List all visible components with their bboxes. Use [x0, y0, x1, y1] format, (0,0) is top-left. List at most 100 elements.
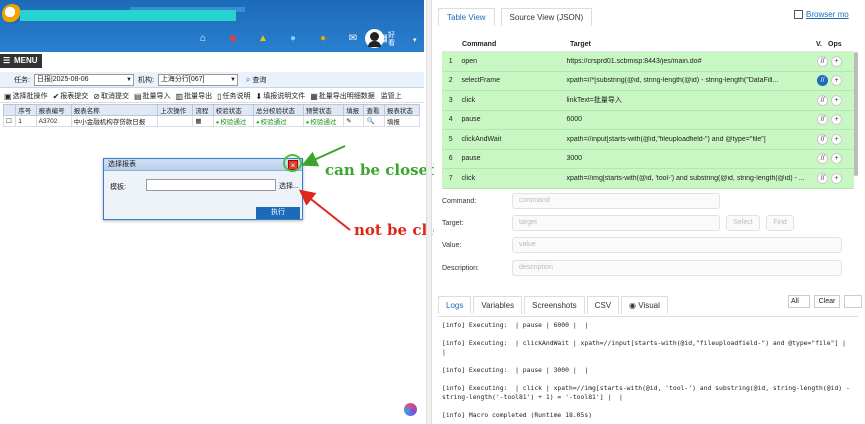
- mail-icon[interactable]: ✉: [348, 34, 358, 44]
- tab-variables[interactable]: Variables: [473, 296, 523, 314]
- log-filter-select[interactable]: All: [788, 295, 810, 308]
- floating-assistant-icon[interactable]: [404, 403, 417, 416]
- comment-icon[interactable]: //: [817, 133, 829, 145]
- grid-column-header[interactable]: 流程: [192, 104, 214, 116]
- apps-icon[interactable]: ▲: [258, 34, 268, 44]
- toolbar-item[interactable]: ⬇ 填报说明文件: [256, 91, 306, 101]
- comment-icon[interactable]: //: [817, 94, 829, 106]
- add-icon[interactable]: +: [831, 55, 843, 67]
- grid-cell: A3702: [35, 115, 72, 127]
- chevron-down-icon: ▼: [229, 76, 236, 83]
- select-report-dialog: 选择报表 × 模板: 选择... 执行: [103, 158, 303, 220]
- select-template-link[interactable]: 选择...: [279, 181, 299, 191]
- value-input[interactable]: value: [512, 237, 842, 253]
- org-select-value: 上海分行[067]: [160, 75, 205, 83]
- grid-column-header[interactable]: [2, 104, 17, 116]
- command-input[interactable]: command: [512, 193, 720, 209]
- table-row[interactable]: 5 clickAndWait xpath=//input[starts-with(@…: [442, 130, 854, 150]
- execute-button[interactable]: 执行: [256, 207, 300, 219]
- coin-icon[interactable]: ●: [318, 34, 328, 44]
- tab-csv[interactable]: CSV: [586, 296, 620, 314]
- view-tabs: Table View Source View (JSON): [438, 8, 593, 26]
- tab-logs[interactable]: Logs: [438, 296, 472, 314]
- bookmark-icon[interactable]: ◆: [228, 34, 238, 44]
- task-select[interactable]: 日报|2025-08-06 ▼: [33, 73, 134, 86]
- command-target: xpath=//input[starts-with(@id,"fileuploa…: [566, 135, 766, 143]
- table-row[interactable]: 4 pause 6000 //+: [442, 110, 854, 130]
- grid-column-header[interactable]: 报表编号: [35, 104, 72, 116]
- comment-icon[interactable]: //: [817, 75, 829, 87]
- user-avatar[interactable]: [365, 29, 384, 48]
- menu-button[interactable]: MENU: [0, 54, 42, 68]
- toolbar-item[interactable]: 监管上: [380, 91, 402, 101]
- table-row[interactable]: 2 selectFrame xpath=//*[substring(@id, str…: [442, 71, 854, 91]
- comment-icon[interactable]: //: [817, 114, 829, 126]
- tab-table-view[interactable]: Table View: [438, 8, 495, 26]
- grid-cell: 校验通过: [212, 115, 255, 127]
- tab-source-view[interactable]: Source View (JSON): [500, 8, 593, 26]
- table-row[interactable]: 1 open https://crsprd01.scbmisp:8443/jes/m…: [442, 52, 854, 72]
- table-row[interactable]: 7 click xpath=//img[starts-with(@id, 'tool…: [442, 169, 854, 189]
- table-row[interactable]: 6 pause 3000 //+: [442, 149, 854, 169]
- dialog-header: 选择报表 ×: [104, 159, 302, 171]
- grid-cell[interactable]: ✎: [343, 115, 365, 127]
- add-icon[interactable]: +: [831, 94, 843, 106]
- template-input[interactable]: [146, 179, 276, 191]
- row-ops: //+: [817, 172, 854, 184]
- grid-column-header[interactable]: 校验状态: [212, 104, 255, 116]
- comment-icon[interactable]: //: [817, 153, 829, 165]
- find-button[interactable]: Find: [766, 215, 794, 231]
- add-icon[interactable]: +: [831, 133, 843, 145]
- grid-column-header[interactable]: 查看: [363, 104, 385, 116]
- query-button[interactable]: ⌕ 查询: [246, 75, 266, 85]
- toolbar-item[interactable]: ▥ 批量导出: [176, 91, 213, 101]
- grid-column-header[interactable]: 报表状态: [383, 104, 421, 116]
- grid-cell: 校验通过: [302, 115, 345, 127]
- tab-screenshots[interactable]: Screenshots: [524, 296, 585, 314]
- add-icon[interactable]: +: [831, 172, 843, 184]
- browser-mode-link[interactable]: Browser mo: [794, 10, 849, 19]
- add-icon[interactable]: +: [831, 75, 843, 87]
- toolbar-item[interactable]: ✔ 报表提交: [53, 91, 89, 101]
- add-icon[interactable]: +: [831, 114, 843, 126]
- org-select[interactable]: 上海分行[067] ▼: [157, 73, 238, 86]
- panel-divider[interactable]: [426, 0, 432, 424]
- grid-column-header[interactable]: 预警状态: [302, 104, 345, 116]
- table-row[interactable]: ☐1A3702中小金融机构存贷款日报▦校验通过校验通过校验通过✎🔍填报: [2, 115, 421, 127]
- target-input[interactable]: target: [512, 215, 720, 231]
- description-input[interactable]: description: [512, 260, 842, 276]
- description-label: Description:: [442, 264, 479, 272]
- log-menu-button[interactable]: [844, 295, 862, 308]
- select-button[interactable]: Select: [726, 215, 760, 231]
- grid-column-header[interactable]: 填报: [343, 104, 365, 116]
- command-name: selectFrame: [461, 77, 500, 85]
- toolbar-item[interactable]: ⊘ 取消提交: [93, 91, 129, 101]
- toolbar-item[interactable]: ▣ 选择批操作: [4, 91, 48, 101]
- grid-column-header[interactable]: 报表名称: [70, 104, 159, 116]
- task-label: 任务:: [14, 76, 30, 84]
- comment-icon[interactable]: //: [817, 172, 829, 184]
- toolbar-item[interactable]: ▦ 批量导出明细数据: [310, 91, 375, 101]
- chevron-down-icon[interactable]: ▾: [413, 36, 417, 44]
- toolbar-item[interactable]: ▤ 批量导入: [134, 91, 171, 101]
- command-rows: 1 open https://crsprd01.scbmisp:8443/jes/m…: [442, 52, 854, 189]
- globe-icon[interactable]: ●: [288, 34, 298, 44]
- table-row[interactable]: 3 click linkText=批量导入 //+: [442, 91, 854, 111]
- add-icon[interactable]: +: [831, 153, 843, 165]
- toolbar-item[interactable]: ▯ 任务说明: [217, 91, 250, 101]
- toolbar-item-label: 监管上: [380, 93, 402, 100]
- clear-button[interactable]: Clear: [814, 295, 840, 308]
- grid-column-header[interactable]: 总分校验状态: [253, 104, 304, 116]
- command-scrollbar[interactable]: [854, 52, 858, 176]
- description-form-row: Description: description: [442, 260, 842, 276]
- grid-column-header[interactable]: 序号: [15, 104, 37, 116]
- grid-column-header[interactable]: 上次操作: [157, 104, 194, 116]
- grid-cell[interactable]: ☐: [2, 115, 17, 127]
- eye-icon: ◉: [629, 301, 639, 310]
- comment-icon[interactable]: //: [817, 55, 829, 67]
- home-icon[interactable]: ⌂: [198, 34, 208, 44]
- app-header: ⌂ ◆ ▲ ● ● ✉ ▦ 好 看 ▾: [0, 0, 424, 52]
- grid-cell[interactable]: 🔍: [363, 115, 385, 127]
- log-output: [info] Executing: | pause | 6000 | | [inf…: [438, 316, 858, 424]
- tab-visual[interactable]: ◉ Visual: [621, 296, 668, 314]
